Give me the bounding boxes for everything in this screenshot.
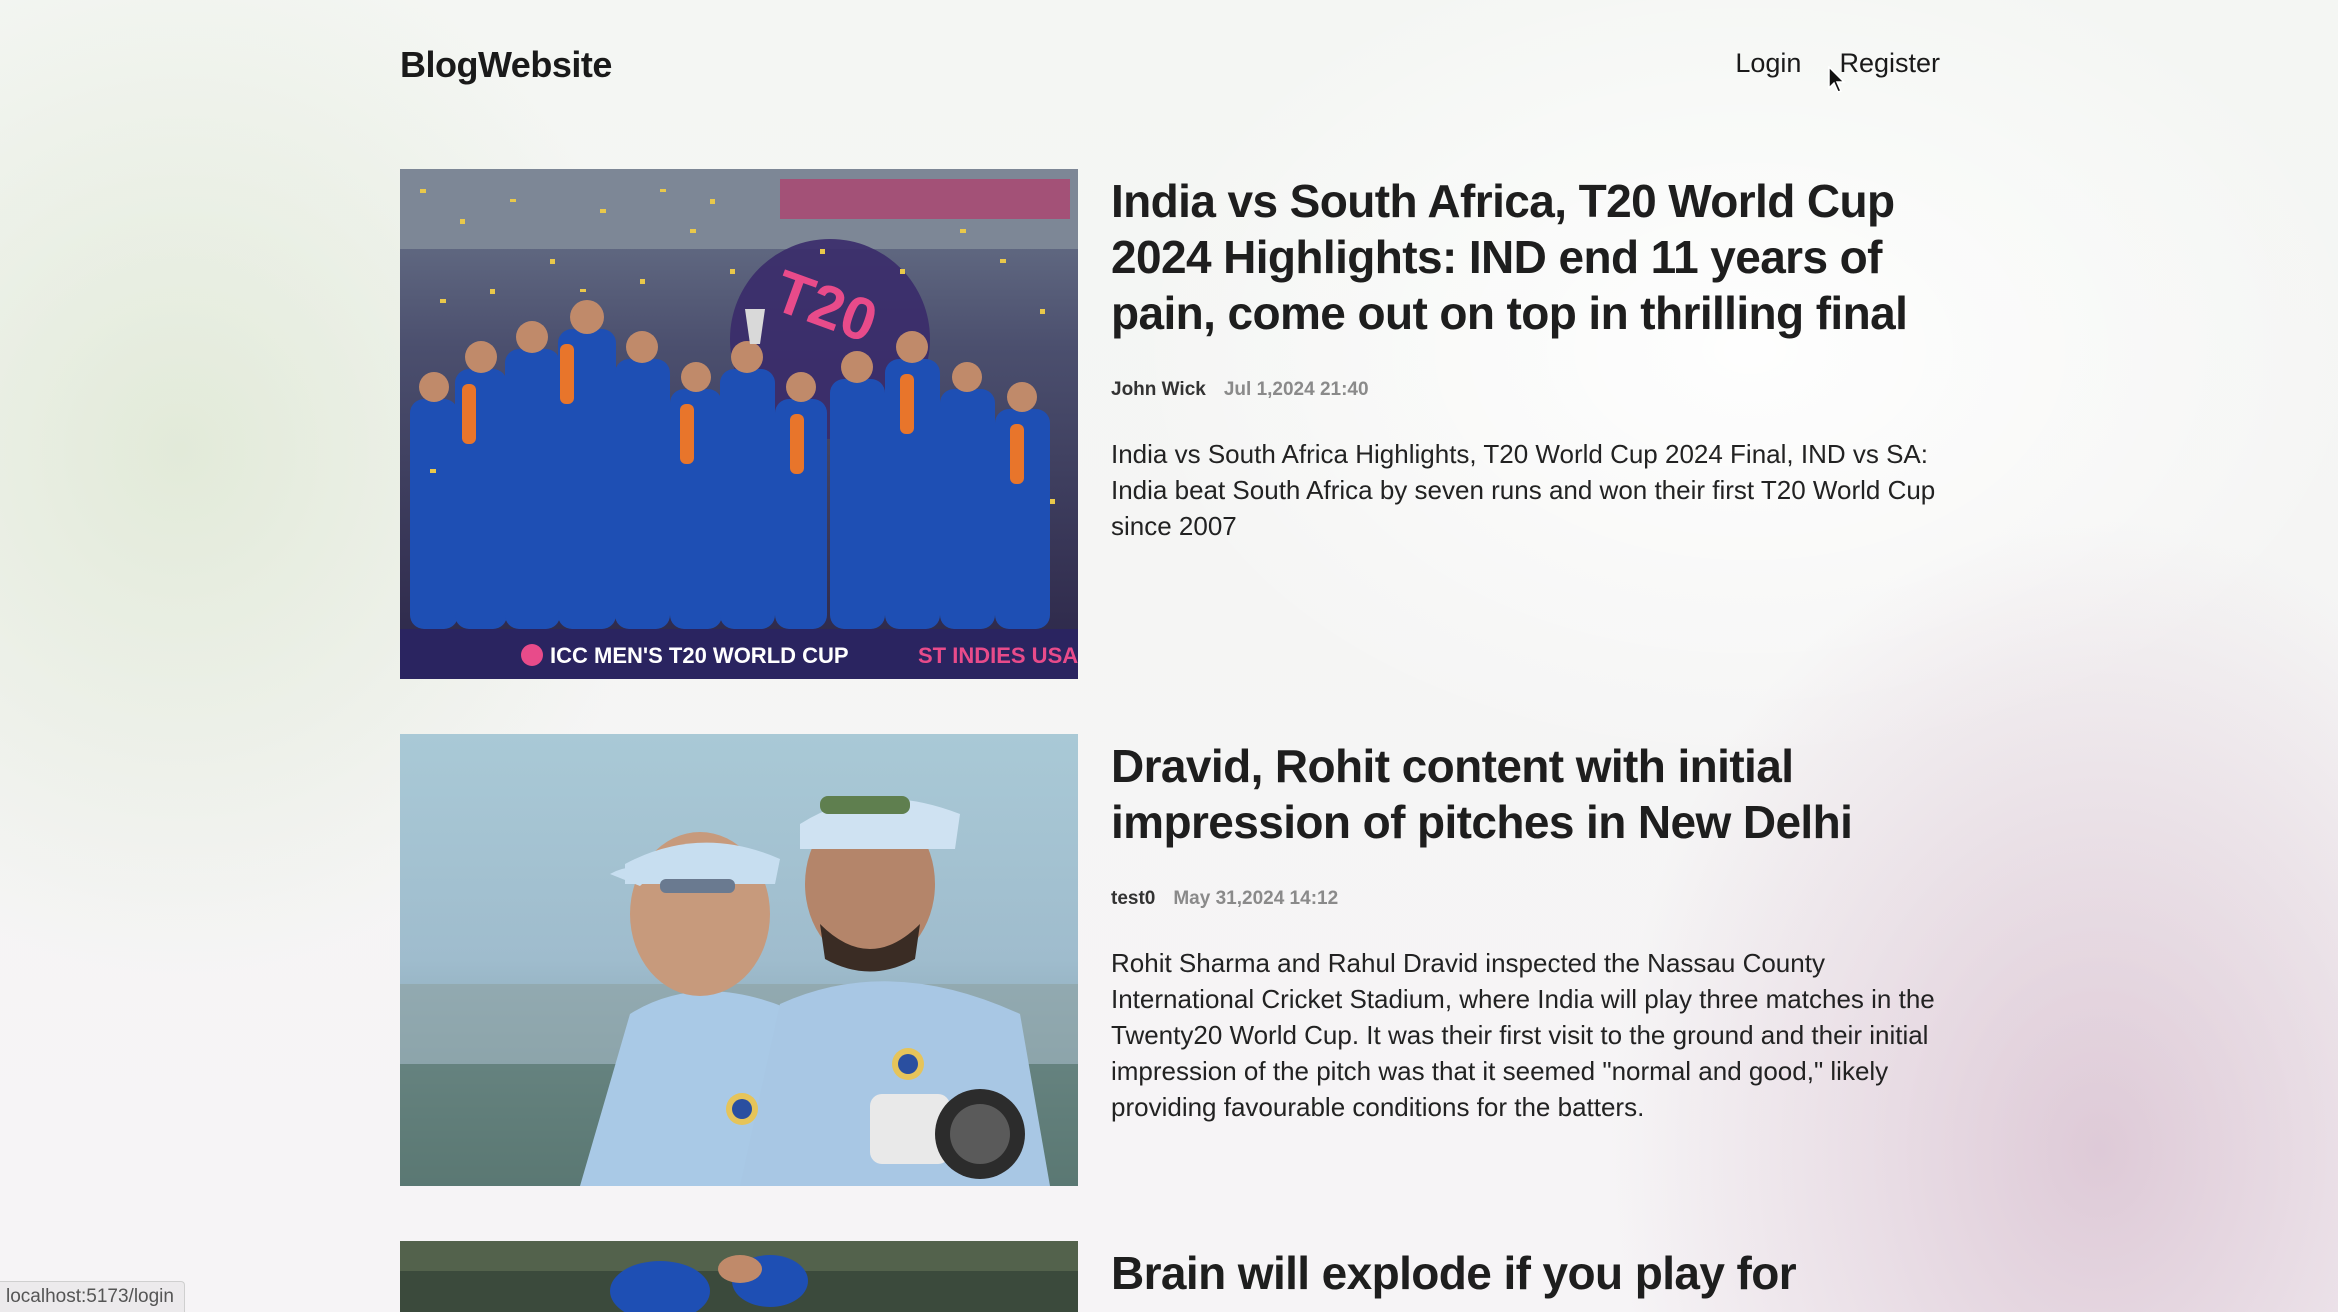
register-link[interactable]: Register: [1839, 48, 1940, 79]
post-meta: test0 May 31,2024 14:12: [1111, 888, 1940, 910]
post-image-players[interactable]: [400, 734, 1078, 1186]
post-time: May 31,2024 14:12: [1173, 888, 1339, 909]
login-link[interactable]: Login: [1735, 48, 1801, 79]
page-container: BlogWebsite Login Register T20 ICC MEN'S…: [400, 0, 1940, 1312]
team-celebration-image: T20 ICC MEN'S T20 WORLD CUP ST INDIES US…: [400, 169, 1078, 679]
post-card[interactable]: T20 ICC MEN'S T20 WORLD CUP ST INDIES US…: [400, 169, 1940, 679]
post-image-partial[interactable]: [400, 1241, 1078, 1312]
post-image-celebration[interactable]: T20 ICC MEN'S T20 WORLD CUP ST INDIES US…: [400, 169, 1078, 679]
post-content: Brain will explode if you play for: [1111, 1241, 1940, 1312]
post-card[interactable]: Brain will explode if you play for: [400, 1241, 1940, 1312]
post-title[interactable]: India vs South Africa, T20 World Cup 202…: [1111, 173, 1940, 341]
site-header: BlogWebsite Login Register: [400, 0, 1940, 132]
post-card[interactable]: Dravid, Rohit content with initial impre…: [400, 734, 1940, 1186]
post-title[interactable]: Brain will explode if you play for: [1111, 1245, 1940, 1301]
post-content: India vs South Africa, T20 World Cup 202…: [1111, 169, 1940, 679]
post-summary: India vs South Africa Highlights, T20 Wo…: [1111, 439, 1936, 541]
post-author: John Wick: [1111, 379, 1206, 400]
image-banner-text: ICC MEN'S T20 WORLD CUP: [550, 643, 849, 668]
post-title[interactable]: Dravid, Rohit content with initial impre…: [1111, 738, 1940, 850]
image-banner-text-right: ST INDIES USA 20: [918, 643, 1078, 668]
status-bar-url: localhost:5173/login: [0, 1281, 185, 1312]
post-content: Dravid, Rohit content with initial impre…: [1111, 734, 1940, 1186]
mouse-cursor-icon: [1828, 66, 1846, 93]
post-meta: John Wick Jul 1,2024 21:40: [1111, 379, 1940, 401]
post-time: Jul 1,2024 21:40: [1223, 379, 1369, 400]
site-logo[interactable]: BlogWebsite: [400, 44, 612, 86]
partial-photo-image: [400, 1241, 1078, 1312]
post-author: test0: [1111, 888, 1156, 909]
players-photo-image: [400, 734, 1078, 1186]
post-summary: Rohit Sharma and Rahul Dravid inspected …: [1111, 948, 1935, 1122]
